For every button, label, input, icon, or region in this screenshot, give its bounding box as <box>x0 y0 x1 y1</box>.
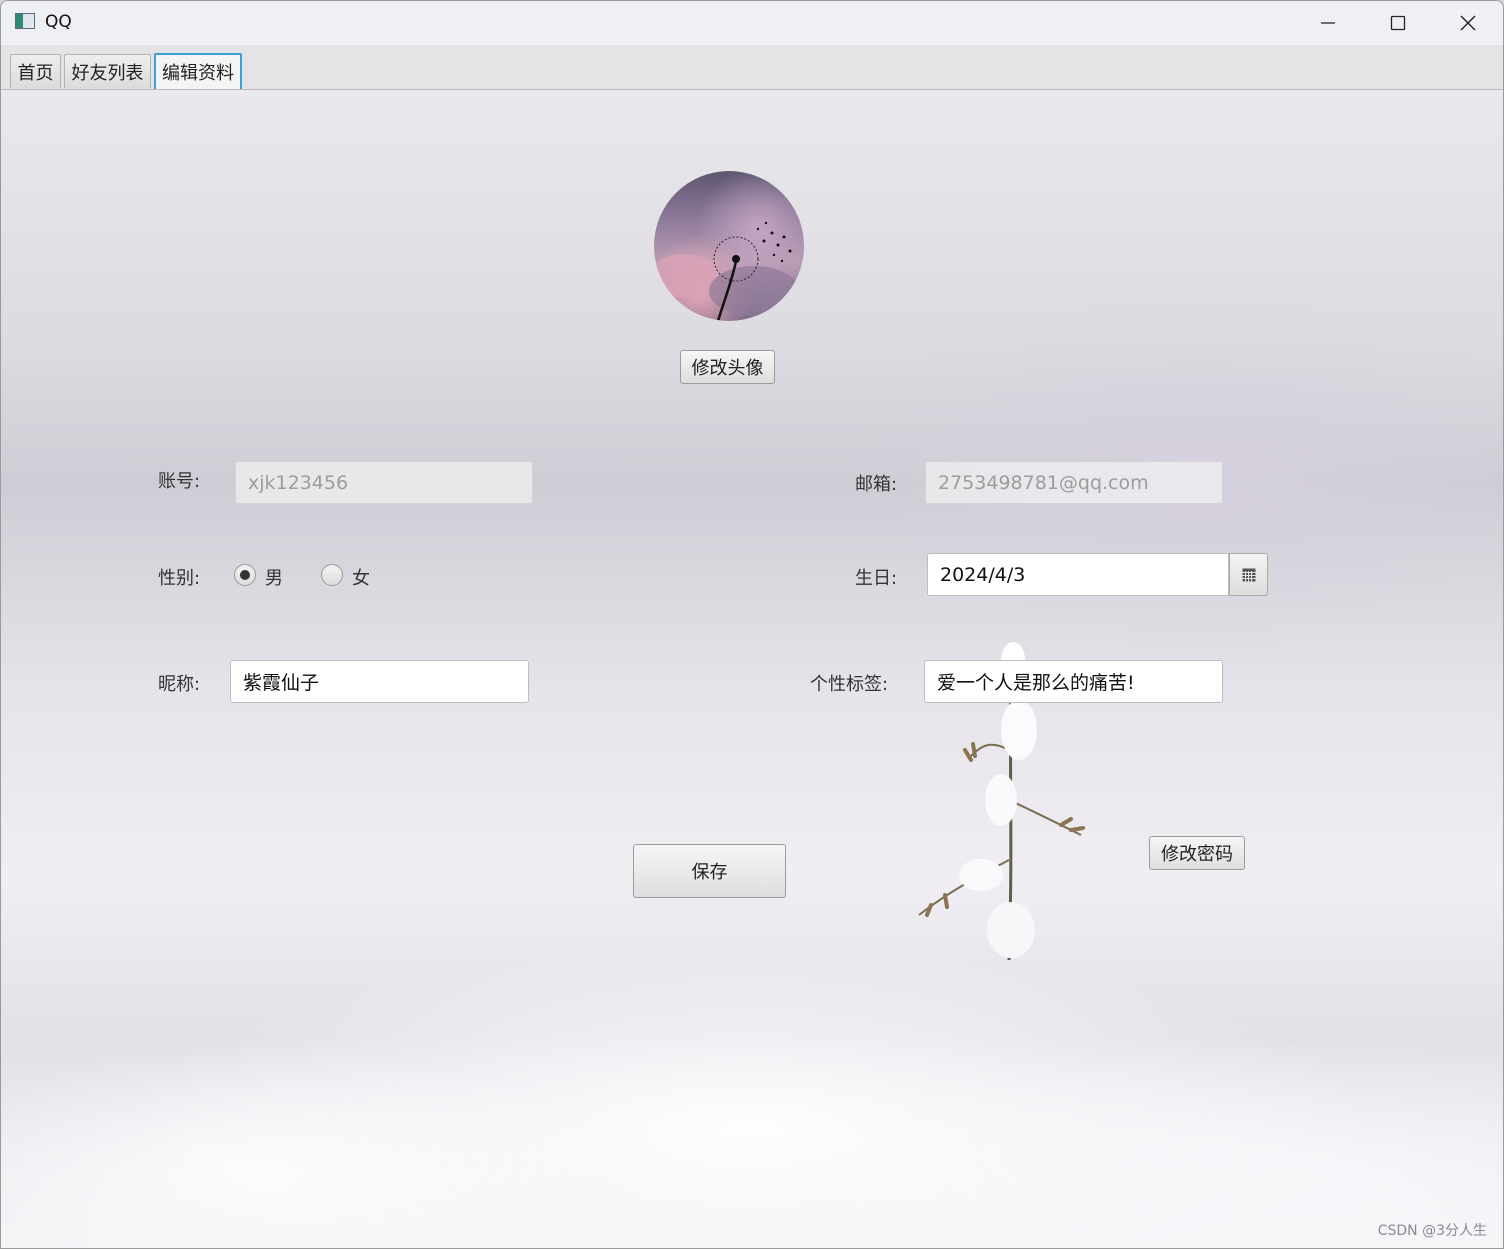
tab-home[interactable]: 首页 <box>10 54 61 88</box>
signature-label: 个性标签: <box>810 674 889 695</box>
nickname-input[interactable]: 紫霞仙子 <box>230 660 529 703</box>
avatar <box>654 171 804 321</box>
tab-edit-profile[interactable]: 编辑资料 <box>154 53 242 89</box>
tab-bar: 首页 好友列表 编辑资料 <box>1 45 1503 90</box>
app-icon <box>15 13 35 29</box>
account-label: 账号: <box>158 471 201 492</box>
title-bar: QQ <box>1 1 1503 45</box>
calendar-icon <box>1241 568 1256 582</box>
email-field: 2753498781@qq.com <box>925 461 1223 504</box>
minimize-button[interactable] <box>1293 1 1363 45</box>
nickname-label: 昵称: <box>158 674 201 695</box>
minimize-icon <box>1321 22 1335 24</box>
birthday-date-field[interactable]: 2024/4/3 <box>927 553 1229 596</box>
change-password-button[interactable]: 修改密码 <box>1149 836 1245 870</box>
edit-profile-panel: 修改头像 账号: xjk123456 邮箱: 2753498781@qq.com… <box>1 90 1503 1248</box>
account-field: xjk123456 <box>235 461 533 504</box>
gender-male-label[interactable]: 男 <box>265 564 283 590</box>
gender-female-label[interactable]: 女 <box>352 564 370 590</box>
date-picker-button[interactable] <box>1229 553 1268 596</box>
email-label: 邮箱: <box>855 474 898 495</box>
gender-label: 性别: <box>158 568 201 589</box>
signature-input[interactable]: 爱一个人是那么的痛苦! <box>924 660 1223 703</box>
radio-selected-dot <box>240 570 250 580</box>
window-title: QQ <box>45 12 72 32</box>
close-icon <box>1460 15 1476 31</box>
gender-male-radio[interactable] <box>234 564 256 586</box>
close-button[interactable] <box>1433 1 1503 45</box>
tab-friend-list[interactable]: 好友列表 <box>64 54 151 88</box>
maximize-button[interactable] <box>1363 1 1433 45</box>
birthday-label: 生日: <box>855 568 898 589</box>
save-button[interactable]: 保存 <box>633 844 786 898</box>
maximize-icon <box>1390 15 1406 31</box>
watermark-text: CSDN @3分人生 <box>1377 1223 1487 1239</box>
change-avatar-button[interactable]: 修改头像 <box>680 350 775 384</box>
app-window: QQ 首页 好友列表 编辑资料 修改头像 账号: xjk123456 邮箱: 2… <box>0 0 1504 1249</box>
gender-female-radio[interactable] <box>321 564 343 586</box>
